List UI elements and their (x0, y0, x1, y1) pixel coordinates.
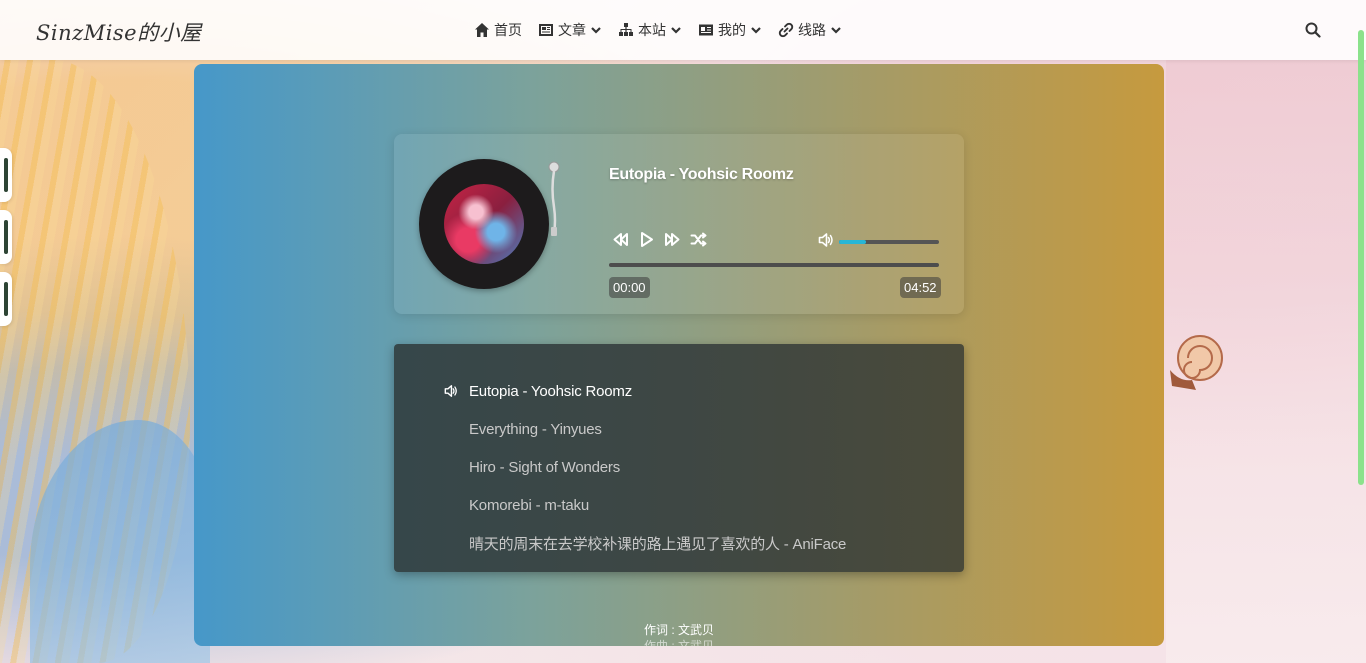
playlist-item-title: Hiro - Sight of Wonders (469, 458, 621, 476)
nav-item-articles[interactable]: 文章 (538, 20, 602, 40)
chevron-down-icon (831, 27, 841, 34)
current-song-title: Eutopia - Yoohsic Roomz (609, 166, 794, 183)
current-time: 00:00 (609, 277, 650, 298)
shuffle-icon (690, 232, 707, 247)
scrollbar-thumb[interactable] (1358, 30, 1364, 485)
nav-item-label: 首页 (494, 22, 522, 38)
playlist-item-title: Komorebi - m-taku (469, 496, 589, 514)
id-card-icon (699, 24, 713, 36)
composer-credit: 作曲 : 文武贝 (643, 639, 714, 646)
nav-item-site[interactable]: 本站 (618, 20, 682, 40)
playlist-item[interactable]: Komorebi - m-taku (394, 486, 964, 524)
tonearm-icon (548, 161, 560, 236)
playlist-item[interactable]: Everything - Yinyues (394, 410, 964, 448)
playlist-item[interactable]: Eutopia - Yoohsic Roomz (394, 372, 964, 410)
search-icon[interactable] (1305, 22, 1321, 38)
chevron-down-icon (751, 27, 761, 34)
chevron-down-icon (591, 27, 601, 34)
vinyl-record (419, 159, 549, 289)
page-scrollbar[interactable] (1356, 30, 1366, 663)
shuffle-button[interactable] (690, 231, 707, 248)
volume-level (839, 240, 866, 244)
now-playing-icon (444, 385, 457, 397)
playlist-item-title: Everything - Yinyues (469, 420, 602, 438)
playlist: Eutopia - Yoohsic Roomz Everything - Yiny… (394, 344, 964, 572)
playlist-item[interactable]: 晴天的周末在去学校补课的路上遇见了喜欢的人 - AniFace (394, 524, 964, 562)
side-tab[interactable] (0, 272, 12, 326)
playlist-item-title: Eutopia - Yoohsic Roomz (469, 382, 633, 400)
nav-item-label: 本站 (638, 22, 666, 38)
side-tab[interactable] (0, 210, 12, 264)
next-button[interactable] (664, 231, 681, 248)
site-header: SinzMise的小屋 首页 文章 本站 我的 线路 (0, 0, 1366, 60)
nav-item-label: 我的 (718, 22, 746, 38)
nav-item-home[interactable]: 首页 (474, 20, 522, 40)
playlist-item[interactable]: Hiro - Sight of Wonders (394, 448, 964, 486)
music-player: Eutopia - Yoohsic Roomz 00:00 04:52 (394, 134, 964, 314)
side-tabs (0, 148, 12, 326)
progress-bar[interactable] (609, 263, 939, 267)
playlist-item-title: 晴天的周末在去学校补课的路上遇见了喜欢的人 - AniFace (469, 535, 847, 553)
album-cover (444, 184, 524, 264)
volume-icon[interactable] (818, 232, 834, 248)
sitemap-icon (619, 23, 633, 36)
previous-button[interactable] (612, 231, 629, 248)
previous-icon (613, 233, 628, 246)
side-tab[interactable] (0, 148, 12, 202)
nav-item-routes[interactable]: 线路 (778, 20, 842, 40)
nav-item-mine[interactable]: 我的 (698, 20, 762, 40)
playback-controls (612, 231, 707, 248)
nav-item-label: 线路 (798, 22, 826, 38)
nav-item-label: 文章 (558, 22, 586, 38)
article-icon (539, 24, 553, 36)
site-logo[interactable]: SinzMise的小屋 (36, 17, 202, 47)
play-icon (641, 232, 653, 247)
chevron-down-icon (671, 27, 681, 34)
home-icon (475, 23, 489, 37)
main-nav: 首页 文章 本站 我的 线路 (474, 20, 842, 40)
snail-mascot-icon (1170, 335, 1223, 390)
link-icon (778, 22, 794, 38)
music-page-card: Eutopia - Yoohsic Roomz 00:00 04:52 Euto… (194, 64, 1164, 646)
next-icon (665, 233, 680, 246)
play-button[interactable] (638, 231, 655, 248)
volume-slider[interactable] (839, 240, 939, 244)
lyricist-credit: 作词 : 文武贝 (643, 623, 714, 637)
total-time: 04:52 (900, 277, 941, 298)
